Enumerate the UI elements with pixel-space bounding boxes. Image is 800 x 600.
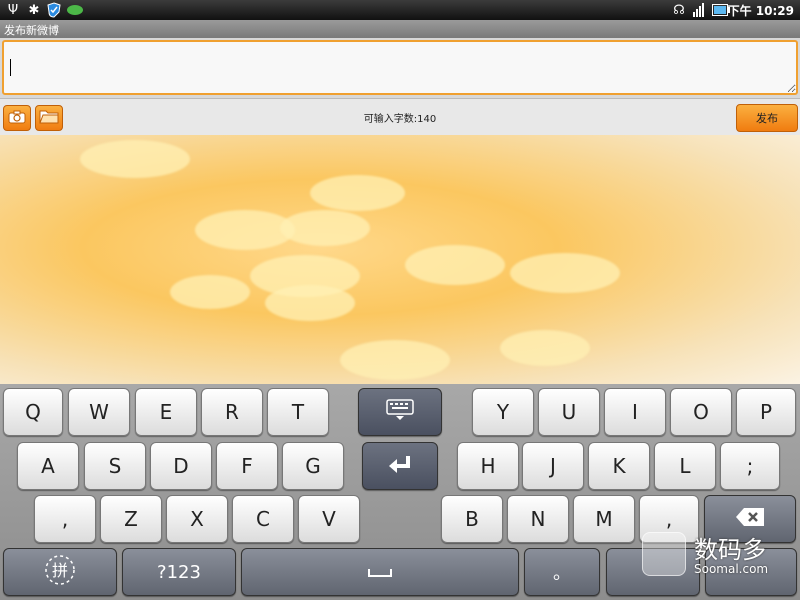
pinyin-icon: 拼 <box>43 553 77 592</box>
key-comma-left[interactable]: , <box>34 495 96 543</box>
shield-icon <box>46 2 62 18</box>
bokeh-light <box>280 210 370 246</box>
bug-icon: ✱ <box>28 2 40 18</box>
key-n[interactable]: N <box>507 495 569 543</box>
bokeh-light <box>80 140 190 178</box>
key-y[interactable]: Y <box>472 388 534 436</box>
key-u[interactable]: U <box>538 388 600 436</box>
key-x[interactable]: X <box>166 495 228 543</box>
bokeh-light <box>510 253 620 293</box>
compose-area <box>0 38 800 98</box>
key-o[interactable]: O <box>670 388 732 436</box>
compose-toolbar: 可输入字数:140 发布 <box>0 98 800 136</box>
key-c[interactable]: C <box>232 495 294 543</box>
title-bar: 发布新微博 <box>0 20 800 38</box>
svg-text:拼: 拼 <box>52 561 68 580</box>
usb-icon: Ψ <box>7 2 19 18</box>
key-d[interactable]: D <box>150 442 212 490</box>
signal-icon <box>692 2 706 18</box>
watermark: 数码多 Soomal.com <box>640 528 790 588</box>
key-a[interactable]: A <box>17 442 79 490</box>
key-r[interactable]: R <box>201 388 263 436</box>
key-w[interactable]: W <box>68 388 130 436</box>
key-f[interactable]: F <box>216 442 278 490</box>
key-j[interactable]: J <box>522 442 584 490</box>
space-icon <box>367 562 393 583</box>
headset-icon: ☊ <box>673 2 685 18</box>
key-e[interactable]: E <box>135 388 197 436</box>
key-semicolon[interactable]: ; <box>720 442 780 490</box>
keyboard-hide-key[interactable] <box>358 388 442 436</box>
key-p[interactable]: P <box>736 388 796 436</box>
key-m[interactable]: M <box>573 495 635 543</box>
period-key[interactable]: 。 <box>524 548 600 596</box>
key-h[interactable]: H <box>457 442 519 490</box>
bokeh-light <box>310 175 405 211</box>
key-z[interactable]: Z <box>100 495 162 543</box>
status-bar: Ψ ✱ ☊ 下午 10:29 <box>0 0 800 20</box>
key-g[interactable]: G <box>282 442 344 490</box>
key-t[interactable]: T <box>267 388 329 436</box>
bokeh-light <box>170 275 250 309</box>
keyboard-icon <box>386 398 414 426</box>
text-cursor <box>10 59 11 76</box>
bokeh-light <box>405 245 505 285</box>
watermark-subtext: Soomal.com <box>694 562 769 576</box>
language-key[interactable]: 拼 <box>3 548 117 596</box>
key-s[interactable]: S <box>84 442 146 490</box>
enter-key[interactable] <box>362 442 438 490</box>
watermark-logo-icon <box>642 532 686 576</box>
space-key[interactable] <box>241 548 519 596</box>
soft-keyboard: Q W E R T Y U I O P A S D F G H J K L ; … <box>0 384 800 600</box>
bokeh-light <box>340 340 450 380</box>
key-l[interactable]: L <box>654 442 716 490</box>
key-q[interactable]: Q <box>3 388 63 436</box>
key-b[interactable]: B <box>441 495 503 543</box>
publish-button[interactable]: 发布 <box>736 104 798 132</box>
bokeh-light <box>500 330 590 366</box>
watermark-text: 数码多 <box>694 536 766 564</box>
symbols-key[interactable]: ?123 <box>122 548 236 596</box>
key-k[interactable]: K <box>588 442 650 490</box>
enter-icon <box>386 453 414 480</box>
leaf-icon <box>66 2 84 18</box>
char-count-label: 可输入字数:140 <box>363 114 437 125</box>
status-time: 下午 10:29 <box>727 4 794 18</box>
key-v[interactable]: V <box>298 495 360 543</box>
wallpaper <box>0 135 800 385</box>
page-title: 发布新微博 <box>4 24 59 37</box>
bokeh-light <box>265 285 355 321</box>
key-i[interactable]: I <box>604 388 666 436</box>
post-text-input[interactable] <box>2 40 798 95</box>
